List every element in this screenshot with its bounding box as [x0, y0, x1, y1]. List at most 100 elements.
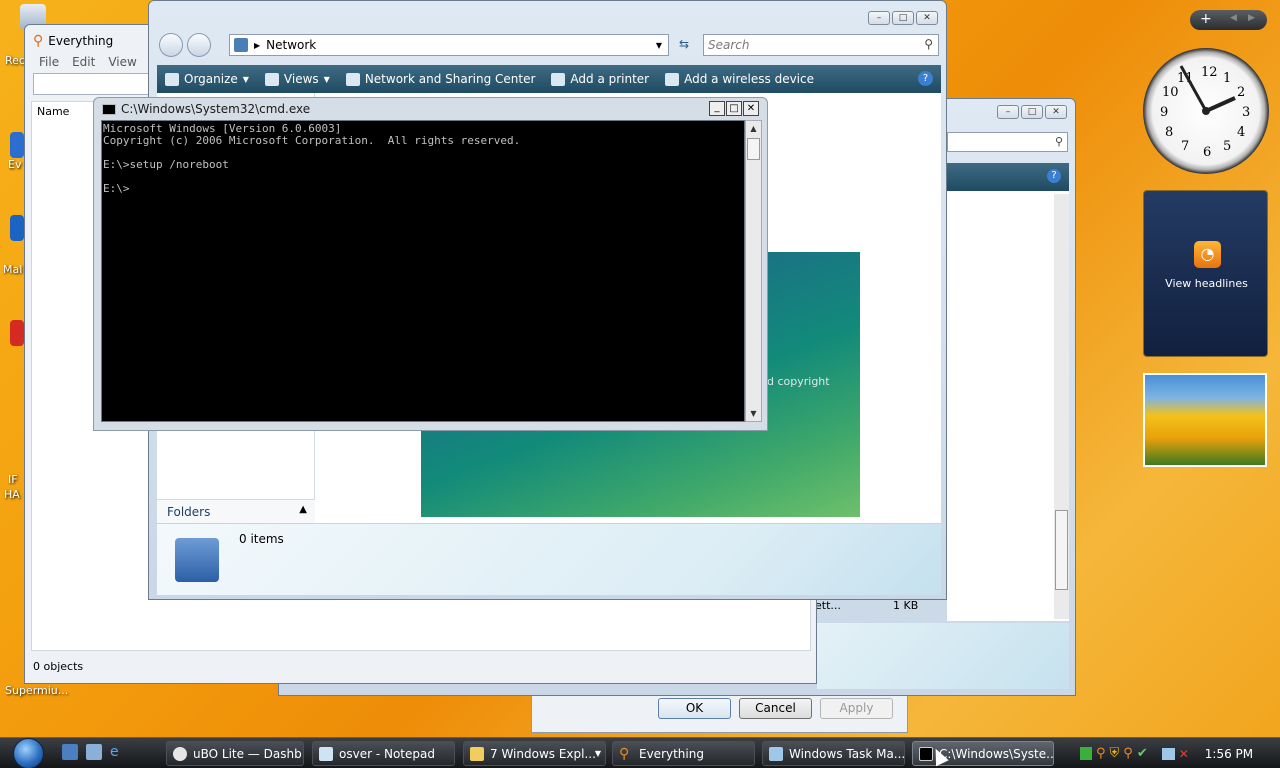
- notepad-icon: [319, 746, 333, 761]
- address-bar[interactable]: ▶ Network ▼: [229, 34, 669, 56]
- switch-windows-icon[interactable]: [86, 744, 102, 760]
- tray-search-icon-2[interactable]: ⚲: [1123, 746, 1133, 761]
- clock-face: 12 1 2 3 4 5 6 7 8 9 10 11: [1160, 65, 1250, 160]
- browser-icon: [173, 746, 187, 761]
- feed-headlines-gadget[interactable]: ◔ View headlines: [1143, 190, 1268, 357]
- add-wireless-label: Add a wireless device: [684, 72, 814, 86]
- shortcut-icon-ev[interactable]: [10, 132, 24, 158]
- clock-time[interactable]: 1:56 PM: [1205, 747, 1253, 761]
- cmd-scrollbar[interactable]: ▲ ▼: [745, 120, 762, 422]
- volume-muted-icon[interactable]: ✕: [1179, 747, 1189, 761]
- tray-shield-icon[interactable]: ⛨: [1110, 746, 1120, 761]
- add-printer-button[interactable]: Add a printer: [543, 72, 657, 86]
- add-gadget-icon[interactable]: +: [1200, 11, 1212, 27]
- taskbar-item-ubo-lite[interactable]: uBO Lite — Dashb...: [166, 741, 304, 766]
- previous-icon[interactable]: ◀: [1230, 13, 1237, 23]
- close-button[interactable]: ✕: [916, 11, 938, 25]
- chevron-up-icon: ▲: [299, 504, 307, 515]
- items-count: 0 items: [239, 532, 284, 546]
- menu-view[interactable]: View: [108, 55, 136, 69]
- background-scrollbar[interactable]: [1054, 194, 1069, 619]
- everything-menubar: File Edit View S: [39, 55, 157, 69]
- scroll-down-arrow[interactable]: ▼: [746, 406, 761, 421]
- network-caption-buttons: – □ ✕: [868, 11, 938, 25]
- taskbar-item-notepad[interactable]: osver - Notepad: [312, 741, 455, 766]
- task-label: 7 Windows Expl...: [490, 746, 596, 761]
- help-icon[interactable]: ?: [918, 71, 933, 86]
- quick-launch: e: [62, 744, 126, 760]
- everything-search-input[interactable]: [33, 73, 153, 95]
- shortcut-icon-mal[interactable]: [10, 215, 24, 241]
- everything-search-icon: ⚲: [33, 33, 44, 49]
- minimize-button[interactable]: _: [709, 101, 725, 116]
- task-label: C:\Windows\Syste...: [939, 746, 1054, 761]
- sidebar-controls: + ◀ ▶: [1190, 10, 1267, 30]
- maximize-button[interactable]: □: [726, 101, 742, 116]
- clock-number: 10: [1162, 85, 1179, 100]
- desktop-label-ha[interactable]: HA: [4, 488, 20, 501]
- cmd-title-text: C:\Windows\System32\cmd.exe: [121, 102, 311, 116]
- add-wireless-device-button[interactable]: Add a wireless device: [657, 72, 822, 86]
- maximize-button[interactable]: □: [1021, 105, 1043, 119]
- clock-hour-hand: [1205, 96, 1236, 113]
- desktop-label-mal[interactable]: Mal: [3, 263, 22, 276]
- tray-check-icon[interactable]: ✔: [1137, 746, 1148, 761]
- show-desktop-icon[interactable]: [62, 744, 78, 760]
- view-headlines-label[interactable]: View headlines: [1144, 277, 1269, 290]
- next-icon[interactable]: ▶: [1248, 13, 1255, 23]
- cmd-console[interactable]: Microsoft Windows [Version 6.0.6003] Cop…: [101, 120, 745, 422]
- apply-button[interactable]: Apply: [820, 698, 893, 719]
- chevron-right-icon: ▶: [254, 40, 261, 50]
- refresh-button[interactable]: ⇆: [673, 34, 695, 56]
- tray-icon-green[interactable]: [1080, 747, 1092, 760]
- folder-icon: [470, 746, 484, 761]
- desktop-label-if[interactable]: IF: [8, 473, 18, 486]
- ok-button[interactable]: OK: [658, 698, 731, 719]
- maximize-button[interactable]: □: [892, 11, 914, 25]
- file-name-cell[interactable]: ett...: [815, 599, 841, 612]
- network-tray-icon[interactable]: [1161, 747, 1175, 760]
- shortcut-icon-red[interactable]: [10, 320, 24, 346]
- tray-search-icon[interactable]: ⚲: [1096, 746, 1106, 761]
- folders-bar[interactable]: Folders ▲: [157, 499, 315, 523]
- desktop-label-rec[interactable]: Rec: [5, 54, 25, 67]
- scroll-thumb[interactable]: [1055, 510, 1068, 590]
- network-computers-icon: [175, 538, 219, 582]
- everything-status-text: 0 objects: [33, 660, 84, 673]
- chevron-down-icon[interactable]: ▼: [656, 41, 662, 50]
- back-button[interactable]: [159, 33, 183, 57]
- organize-button[interactable]: Organize ▼: [157, 72, 257, 86]
- clock-number: 6: [1203, 145, 1211, 160]
- organize-label: Organize: [184, 72, 238, 86]
- close-button[interactable]: ✕: [743, 101, 759, 116]
- taskbar-item-task-manager[interactable]: Windows Task Ma...: [762, 741, 905, 766]
- column-header-name[interactable]: Name: [37, 105, 69, 118]
- views-button[interactable]: Views ▼: [257, 72, 338, 86]
- internet-explorer-icon[interactable]: e: [110, 744, 126, 760]
- taskbar-item-windows-explorer-group[interactable]: 7 Windows Expl... ▼: [463, 741, 606, 766]
- help-icon[interactable]: ?: [1047, 169, 1061, 183]
- menu-edit[interactable]: Edit: [72, 55, 95, 69]
- cancel-button[interactable]: Cancel: [739, 698, 812, 719]
- desktop-label-supermium[interactable]: Supermiu...: [5, 684, 68, 697]
- console-line: E:\>setup /noreboot: [103, 158, 229, 171]
- cmd-window[interactable]: C:\Windows\System32\cmd.exe _ □ ✕ Micros…: [93, 97, 768, 431]
- taskbar-item-everything[interactable]: ⚲ Everything: [612, 741, 755, 766]
- slideshow-gadget[interactable]: [1143, 373, 1267, 467]
- scroll-thumb[interactable]: [747, 138, 760, 160]
- scroll-up-arrow[interactable]: ▲: [746, 121, 761, 136]
- printer-icon: [551, 72, 566, 86]
- desktop-label-ev[interactable]: Ev: [8, 158, 21, 171]
- minimize-button[interactable]: –: [997, 105, 1019, 119]
- close-button[interactable]: ✕: [1045, 105, 1067, 119]
- clock-gadget[interactable]: 12 1 2 3 4 5 6 7 8 9 10 11: [1143, 48, 1269, 174]
- search-input[interactable]: Search ⚲: [703, 34, 939, 56]
- minimize-button[interactable]: –: [868, 11, 890, 25]
- chevron-down-icon: ▼: [242, 74, 249, 84]
- clock-center: [1202, 107, 1210, 115]
- network-sharing-center-button[interactable]: Network and Sharing Center: [338, 72, 544, 86]
- start-button[interactable]: [7, 738, 49, 768]
- forward-button[interactable]: [187, 33, 211, 57]
- menu-file[interactable]: File: [39, 55, 59, 69]
- background-search-box[interactable]: ⚲: [947, 132, 1068, 152]
